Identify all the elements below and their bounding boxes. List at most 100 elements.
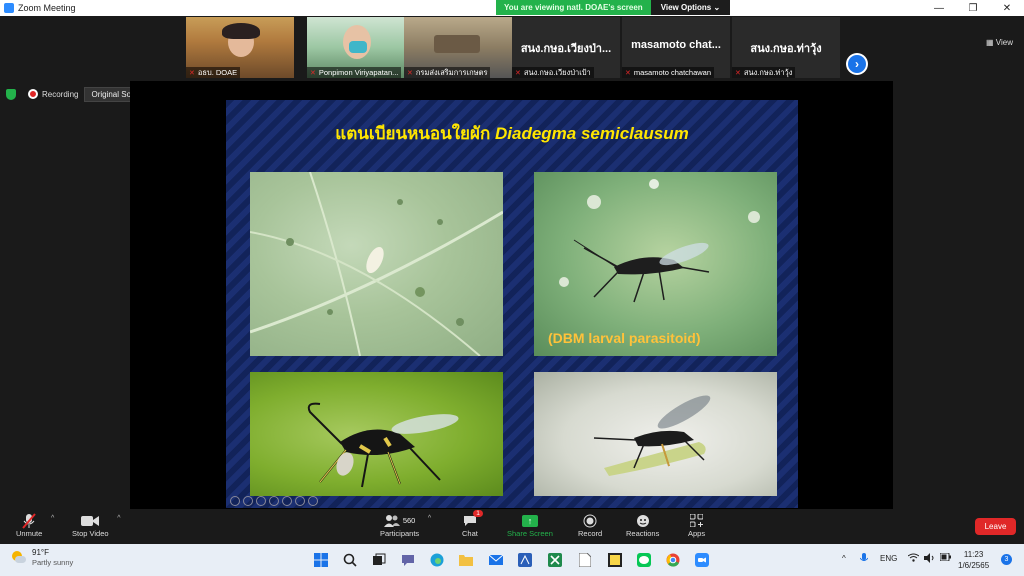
clock-time: 11:23	[963, 550, 984, 559]
mail-icon[interactable]	[487, 551, 505, 569]
close-button[interactable]: ✕	[990, 0, 1024, 16]
muted-mic-icon: ✕	[189, 69, 195, 77]
chevron-up-icon[interactable]: ^	[428, 515, 431, 522]
recording-label: Recording	[42, 89, 79, 99]
window-controls: — ❐ ✕	[922, 0, 1024, 16]
participant-tile[interactable]: สนง.กษอ.เวียงป่า... ✕ สนง.กษอ.เวียงป่าเป้…	[512, 17, 620, 78]
participant-name: ✕ masamoto chatchawan	[622, 67, 714, 78]
participant-display-name: สนง.กษอ.เวียงป่า...	[520, 43, 612, 55]
muted-mic-icon: ✕	[407, 69, 413, 77]
chevron-up-icon[interactable]: ^	[117, 515, 120, 522]
participant-name: ✕ กรมส่งเสริมการเกษตร	[404, 67, 491, 78]
system-clock[interactable]: 11:23 1/6/2565	[958, 549, 989, 571]
zoom-taskbar-icon[interactable]	[693, 551, 711, 569]
windows-start-icon[interactable]	[312, 551, 330, 569]
partly-sunny-icon	[12, 551, 26, 565]
language-indicator[interactable]: ENG	[880, 554, 897, 563]
apps-icon	[690, 512, 704, 529]
smiley-icon	[636, 512, 650, 529]
battery-icon[interactable]	[939, 552, 951, 563]
participant-name: ✕ สนง.กษอ.ท่าวุ้ง	[732, 67, 796, 78]
photo-larva-on-leaf	[250, 172, 503, 356]
zoom-icon[interactable]	[295, 496, 305, 506]
muted-mic-icon: ✕	[625, 69, 631, 77]
muted-mic-icon: ✕	[735, 69, 741, 77]
task-view-icon[interactable]	[370, 551, 388, 569]
wifi-icon[interactable]	[907, 553, 920, 564]
pen-icon[interactable]	[256, 496, 266, 506]
reactions-button[interactable]: Reactions	[626, 512, 659, 538]
highlighter-icon[interactable]	[269, 496, 279, 506]
view-options-button[interactable]: View Options ⌄	[650, 0, 731, 15]
share-screen-button[interactable]: ↑ Share Screen	[507, 512, 553, 538]
muted-mic-icon: ✕	[515, 69, 521, 77]
whiteboard-icon[interactable]	[516, 551, 534, 569]
participants-button[interactable]: 560 Participants ^	[380, 512, 431, 538]
more-options-icon[interactable]	[308, 496, 318, 506]
participant-tile[interactable]: ✕ อธบ. DOAE	[186, 17, 294, 78]
next-slide-icon[interactable]	[243, 496, 253, 506]
share-screen-icon: ↑	[521, 514, 538, 527]
participants-icon: 560	[383, 512, 416, 529]
file-explorer-icon[interactable]	[457, 551, 475, 569]
windows-taskbar: 91°F Partly sunny ^ ENG 11:23 1/6/2565 3	[0, 544, 1024, 576]
excel-icon[interactable]	[546, 551, 564, 569]
speaker-icon[interactable]	[924, 553, 935, 565]
participant-count: 560	[402, 516, 416, 525]
photo-wasp-parasitizing-larva	[534, 372, 777, 496]
weather-widget[interactable]: 91°F Partly sunny	[12, 548, 73, 568]
temperature: 91°F	[32, 548, 49, 557]
muted-mic-icon: ✕	[310, 69, 316, 77]
shield-icon[interactable]	[6, 88, 16, 100]
participant-tile[interactable]: ✕ กรมส่งเสริมการเกษตร	[404, 17, 512, 78]
stop-video-button[interactable]: Stop Video ^	[72, 512, 121, 538]
dbm-caption: (DBM larval parasitoid)	[548, 330, 701, 346]
screen-share-banner: You are viewing natl. DOAE's screen View…	[496, 0, 731, 15]
participant-name: ✕ สนง.กษอ.เวียงป่าเป้า	[512, 67, 594, 78]
photo-wasp-side-view	[250, 372, 503, 496]
recording-dot-icon	[28, 89, 38, 99]
participant-gallery: ✕ อธบ. DOAE ✕ Ponpimon Viriyapatan... ✕ กรม…	[0, 16, 1024, 80]
participant-video	[434, 35, 480, 53]
participant-name: ✕ อธบ. DOAE	[186, 67, 241, 78]
participant-display-name: masamoto chat...	[631, 39, 721, 51]
chevron-up-icon[interactable]: ^	[842, 554, 846, 563]
sticky-notes-icon[interactable]	[606, 551, 624, 569]
document-icon[interactable]	[576, 551, 594, 569]
chat-unread-badge: 1	[473, 510, 483, 517]
video-camera-icon	[81, 512, 100, 529]
view-button[interactable]: ▦ View	[986, 38, 1013, 47]
microphone-icon[interactable]	[859, 553, 869, 566]
prev-slide-icon[interactable]	[230, 496, 240, 506]
edge-browser-icon[interactable]	[428, 551, 446, 569]
meeting-controls: Unmute ^ Stop Video ^ 560 Participants ^…	[0, 509, 1024, 544]
chat-bubble-icon: 1	[463, 510, 483, 529]
participant-tile[interactable]: สนง.กษอ.ท่าวุ้ง ✕ สนง.กษอ.ท่าวุ้ง	[732, 17, 840, 78]
notification-badge[interactable]: 3	[1001, 554, 1012, 565]
chrome-icon[interactable]	[664, 551, 682, 569]
line-app-icon[interactable]	[635, 551, 653, 569]
record-icon	[583, 512, 597, 529]
participant-tile[interactable]: masamoto chat... ✕ masamoto chatchawan	[622, 17, 730, 78]
slide-title: แตนเบียนหนอนใยผัก Diadegma semiclausum	[335, 124, 689, 143]
record-button[interactable]: Record	[578, 512, 602, 538]
clock-date: 1/6/2565	[958, 561, 990, 570]
participant-name: ✕ Ponpimon Viriyapatan...	[307, 67, 402, 78]
unmute-button[interactable]: Unmute ^	[16, 512, 54, 538]
apps-button[interactable]: Apps	[688, 512, 705, 538]
minimize-button[interactable]: —	[922, 0, 956, 16]
leave-button[interactable]: Leave	[975, 518, 1016, 535]
slides-grid-icon[interactable]	[282, 496, 292, 506]
chevron-up-icon[interactable]: ^	[51, 515, 54, 522]
participant-tile[interactable]: ✕ Ponpimon Viriyapatan...	[307, 17, 415, 78]
teams-chat-icon[interactable]	[399, 551, 417, 569]
participant-display-name: สนง.กษอ.ท่าวุ้ง	[750, 43, 822, 55]
photo-wasp-on-leaf: (DBM larval parasitoid)	[534, 172, 777, 356]
chat-button[interactable]: 1 Chat	[462, 510, 483, 538]
muted-microphone-icon	[22, 512, 36, 529]
gallery-next-button[interactable]: ›	[846, 53, 868, 75]
maximize-button[interactable]: ❐	[956, 0, 990, 16]
search-icon[interactable]	[341, 551, 359, 569]
slide-toolbar	[230, 496, 318, 506]
chevron-right-icon: ›	[848, 55, 866, 73]
